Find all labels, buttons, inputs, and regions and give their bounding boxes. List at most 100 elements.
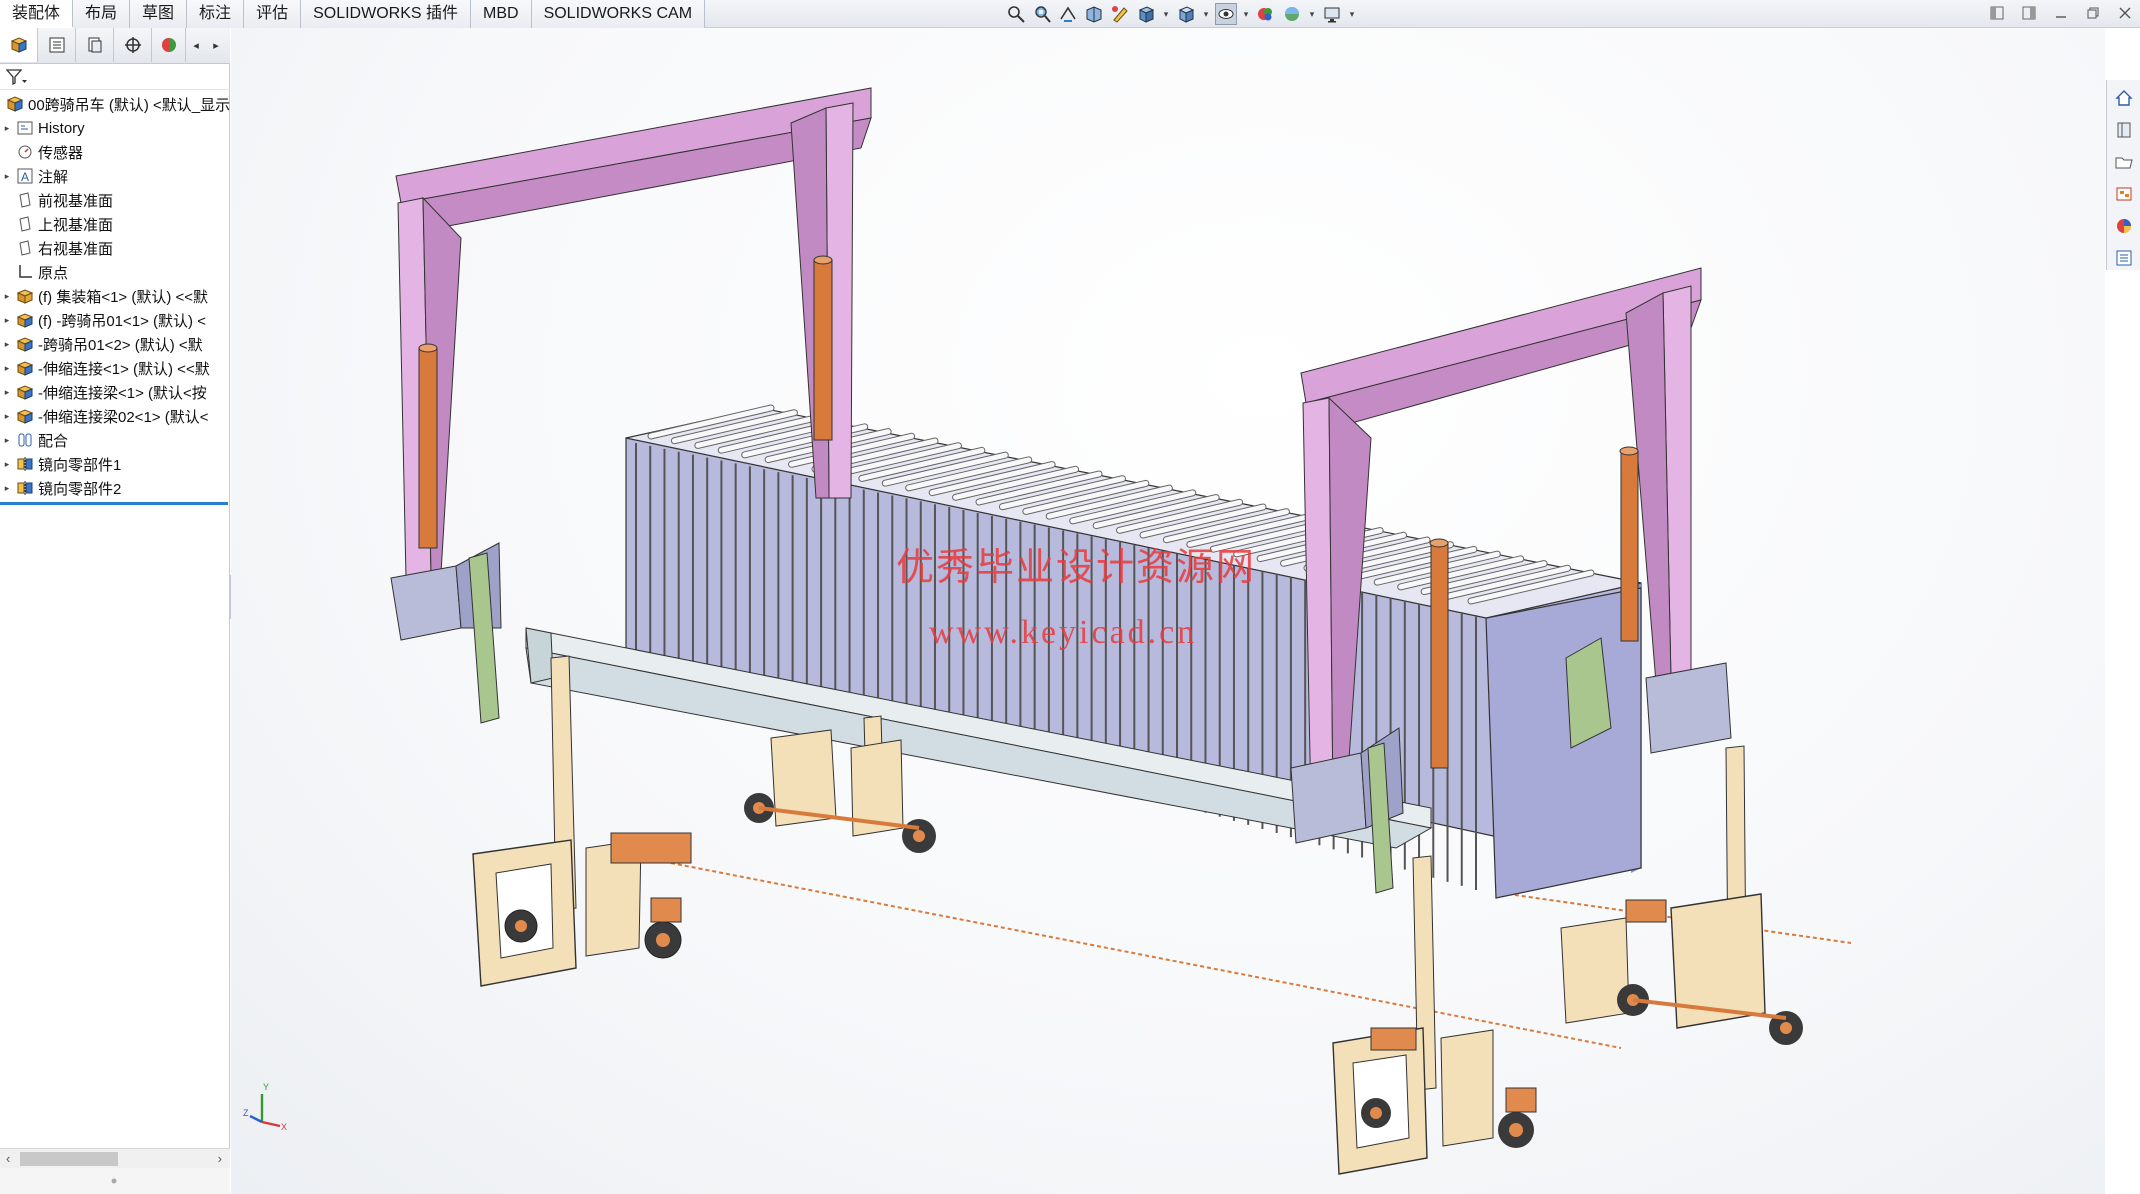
section-view-icon[interactable]	[1083, 3, 1105, 25]
feature-manager-tabs: ◂ ▸	[0, 28, 230, 64]
edit-appearance-icon[interactable]	[1255, 3, 1277, 25]
expand-arrow-icon[interactable]: ▸	[0, 363, 14, 374]
dimxpert-manager-tab-icon[interactable]	[114, 28, 152, 62]
expand-arrow-icon[interactable]: ▸	[0, 411, 14, 422]
tree-item[interactable]: ▸ -伸缩连接梁<1> (默认<按	[0, 380, 230, 404]
view-palette-icon[interactable]	[2112, 182, 2136, 206]
display-style-dropdown-icon[interactable]: ▾	[1201, 3, 1211, 25]
file-explorer-icon[interactable]	[2112, 150, 2136, 174]
scroll-left-arrow-icon[interactable]: ‹	[6, 1149, 10, 1169]
view-settings-icon[interactable]	[1321, 3, 1343, 25]
design-library-icon[interactable]	[2112, 118, 2136, 142]
view-settings-dropdown-icon[interactable]: ▾	[1347, 3, 1357, 25]
tree-item[interactable]: ▸ -伸缩连接梁02<1> (默认<	[0, 404, 230, 428]
expand-arrow-icon[interactable]: ▸	[0, 123, 14, 134]
tree-item-label: 镜向零部件2	[38, 480, 122, 498]
configuration-manager-tab-icon[interactable]	[76, 28, 114, 62]
dynamic-annotation-icon[interactable]	[1109, 3, 1131, 25]
tree-item-label: 注解	[38, 168, 69, 186]
solidworks-resources-icon[interactable]	[2112, 86, 2136, 110]
scroll-right-arrow-icon[interactable]: ›	[218, 1149, 222, 1169]
tree-item-label: 传感器	[38, 144, 84, 162]
zoom-area-icon[interactable]	[1031, 3, 1053, 25]
tree-item[interactable]: ▸ A 注解	[0, 164, 230, 188]
expand-arrow-icon[interactable]: ▸	[0, 435, 14, 446]
scroll-right-icon[interactable]: ▸	[213, 39, 219, 52]
scroll-left-icon[interactable]: ◂	[193, 39, 199, 52]
scrollbar-thumb[interactable]	[20, 1152, 118, 1166]
hide-show-items-icon[interactable]	[1215, 3, 1237, 25]
hide-show-dropdown-icon[interactable]: ▾	[1241, 3, 1251, 25]
tree-filter[interactable]	[0, 64, 230, 90]
mirror-component-icon	[17, 457, 33, 471]
tree-item[interactable]: ▸ (f) -跨骑吊01<1> (默认) <	[0, 308, 230, 332]
custom-properties-icon[interactable]	[2112, 246, 2136, 270]
subassembly-icon	[16, 361, 34, 376]
previous-view-icon[interactable]	[1057, 3, 1079, 25]
tile-left-icon[interactable]	[1988, 4, 2006, 22]
expand-arrow-icon[interactable]: ▸	[0, 483, 14, 494]
triad-z-axis	[249, 1114, 263, 1124]
tab-layout[interactable]: 布局	[73, 0, 131, 28]
tab-assembly[interactable]: 装配体	[0, 0, 74, 28]
tab-markup[interactable]: 标注	[187, 0, 245, 28]
graphics-area[interactable]: 优秀毕业设计资源网 www.keyicad.cn	[231, 28, 2105, 1194]
display-manager-tab-icon[interactable]	[152, 28, 186, 62]
tree-item-label: 原点	[38, 264, 69, 282]
tree-item[interactable]: ▸ History	[0, 116, 230, 140]
tree-root[interactable]: 00跨骑吊车 (默认) <默认_显示	[0, 92, 230, 116]
tree-item[interactable]: 传感器	[0, 140, 230, 164]
tab-cam[interactable]: SOLIDWORKS CAM	[531, 0, 706, 28]
view-orientation-icon[interactable]	[1135, 3, 1157, 25]
tree-item[interactable]: ▸ -跨骑吊01<2> (默认) <默	[0, 332, 230, 356]
tree-item[interactable]: 上视基准面	[0, 212, 230, 236]
tab-addins[interactable]: SOLIDWORKS 插件	[301, 0, 471, 28]
expand-arrow-icon[interactable]: ▸	[0, 459, 14, 470]
feature-manager-tab-scroll[interactable]: ◂ ▸	[186, 28, 226, 63]
tree-items: ▸ History 传感器 ▸ A 注解 前视基准面上视基准面右视基准面原点 ▸ (f) 集装箱…	[0, 116, 230, 500]
tree-item[interactable]: ▸ -伸缩连接<1> (默认) <<默	[0, 356, 230, 380]
tree-item[interactable]: ▸ 配合	[0, 428, 230, 452]
view-orientation-dropdown-icon[interactable]: ▾	[1161, 3, 1171, 25]
tree-item[interactable]: ▸ 镜向零部件1	[0, 452, 230, 476]
display-style-icon[interactable]	[1175, 3, 1197, 25]
tree-item[interactable]: 原点	[0, 260, 230, 284]
tab-sketch[interactable]: 草图	[130, 0, 188, 28]
feature-manager-tab-icon[interactable]	[0, 28, 38, 62]
tree-item[interactable]: ▸ 镜向零部件2	[0, 476, 230, 500]
tree-item[interactable]: 右视基准面	[0, 236, 230, 260]
history-icon	[17, 121, 33, 135]
apply-scene-dropdown-icon[interactable]: ▾	[1307, 3, 1317, 25]
tree-item-label: 上视基准面	[38, 216, 114, 234]
tab-evaluate[interactable]: 评估	[244, 0, 302, 28]
appearances-scenes-icon[interactable]	[2112, 214, 2136, 238]
gantry-crane-model[interactable]	[231, 28, 2105, 1194]
tile-right-icon[interactable]	[2020, 4, 2038, 22]
horizontal-scrollbar[interactable]: ‹ ›	[0, 1148, 230, 1168]
property-manager-tab-icon[interactable]	[38, 28, 76, 62]
tree-item-label: -伸缩连接梁02<1> (默认<	[38, 408, 209, 426]
tab-mbd[interactable]: MBD	[471, 0, 532, 28]
tree-item-label: -伸缩连接<1> (默认) <<默	[38, 360, 210, 378]
expand-arrow-icon[interactable]: ▸	[0, 171, 14, 182]
subassembly-icon	[16, 385, 34, 400]
mates-icon	[18, 433, 32, 447]
expand-arrow-icon[interactable]: ▸	[0, 291, 14, 302]
zoom-to-fit-icon[interactable]	[1005, 3, 1027, 25]
watermark-url: www.keyicad.cn	[929, 614, 1198, 651]
minimize-icon[interactable]	[2052, 4, 2070, 22]
expand-arrow-icon[interactable]: ▸	[0, 339, 14, 350]
document-window-controls	[1988, 4, 2134, 22]
filter-icon[interactable]	[6, 69, 28, 85]
tree-item[interactable]: 前视基准面	[0, 188, 230, 212]
restore-icon[interactable]	[2084, 4, 2102, 22]
tree-item-label: 镜向零部件1	[38, 456, 122, 474]
expand-arrow-icon[interactable]: ▸	[0, 387, 14, 398]
expand-arrow-icon[interactable]: ▸	[0, 315, 14, 326]
close-icon[interactable]	[2116, 4, 2134, 22]
rollback-bar[interactable]	[0, 502, 228, 505]
apply-scene-icon[interactable]	[1281, 3, 1303, 25]
tree-item[interactable]: ▸ (f) 集装箱<1> (默认) <<默	[0, 284, 230, 308]
panel-grip-icon[interactable]	[110, 1177, 118, 1185]
origin-icon	[19, 265, 32, 278]
